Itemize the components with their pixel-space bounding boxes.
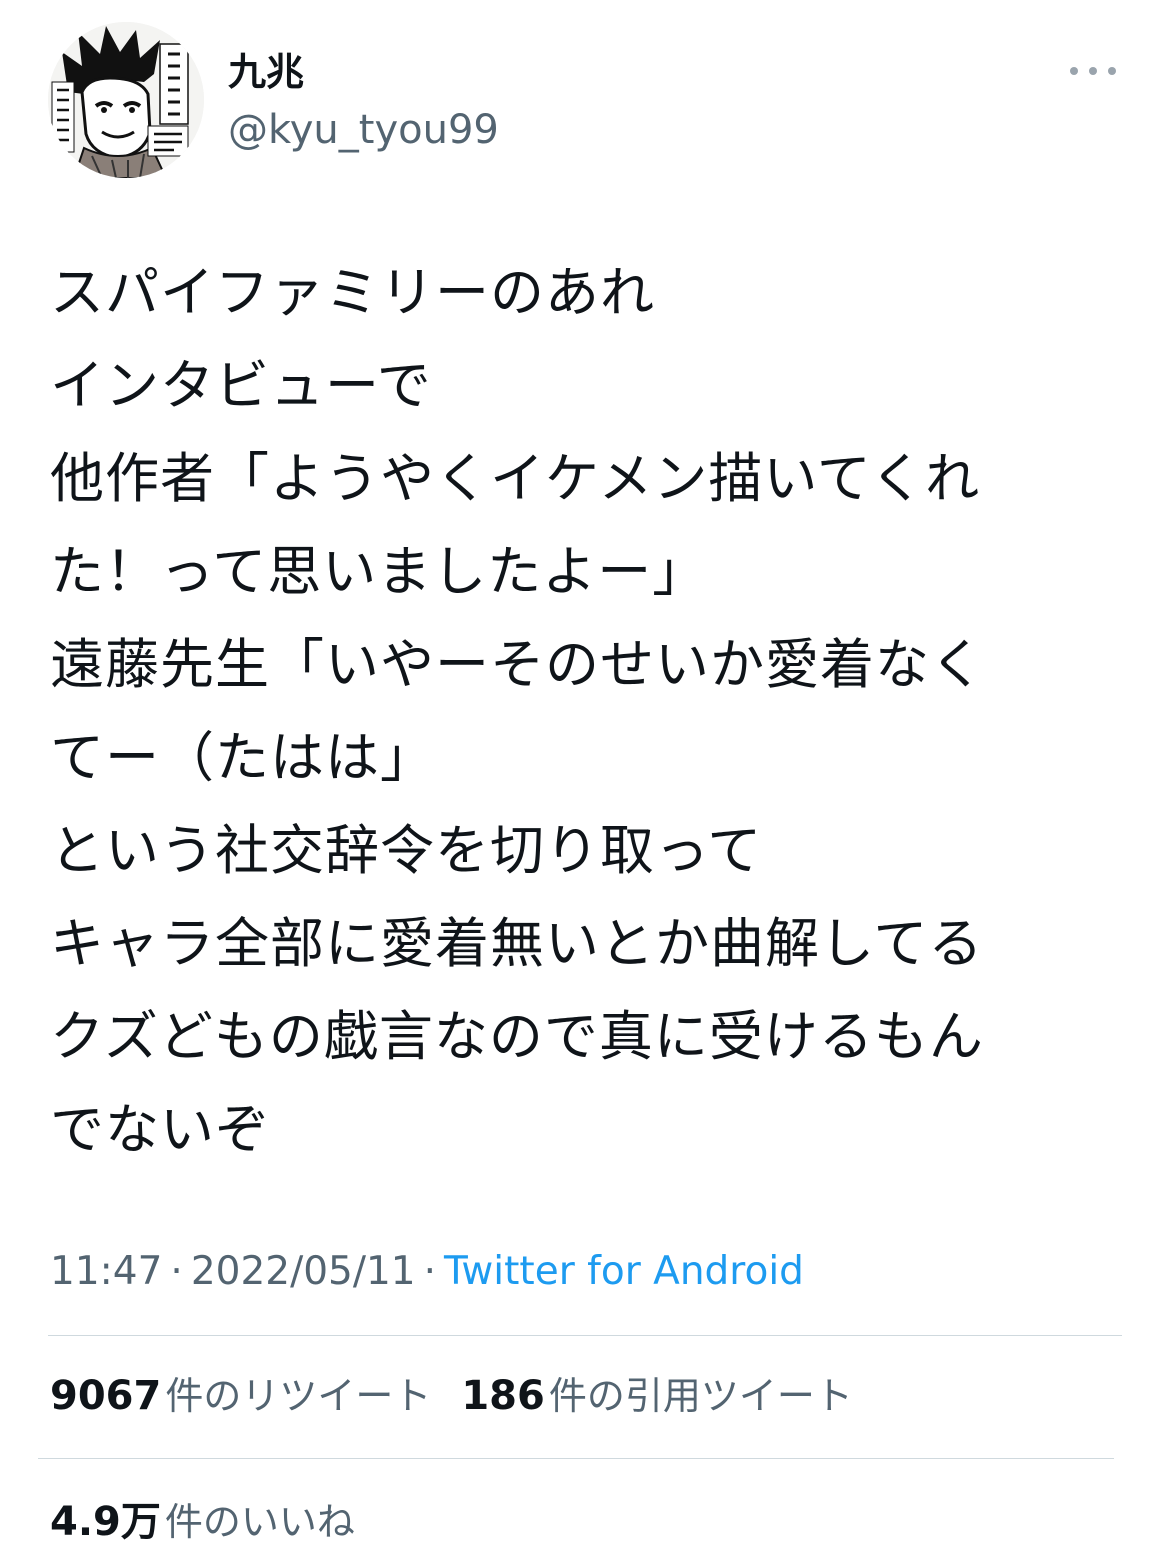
tweet-header: 九兆 @kyu_tyou99 — [48, 22, 1122, 182]
like-count: 4.9万 — [50, 1499, 161, 1545]
like-label: 件のいいね — [164, 1500, 355, 1544]
author-info: 九兆 @kyu_tyou99 — [228, 48, 499, 156]
retweet-count: 9067 — [50, 1373, 162, 1419]
quote-count: 186 — [461, 1373, 545, 1419]
engagement-stats: 9067 件のリツイート 186 件の引用ツイート — [50, 1368, 853, 1424]
tweet-text-line: という社交辞令を切り取って — [50, 819, 763, 882]
meta-separator: · — [170, 1249, 183, 1294]
avatar[interactable] — [48, 22, 204, 178]
likes-stat[interactable]: 4.9万 件のいいね — [50, 1494, 355, 1550]
tweet-metadata: 11:47 · 2022/05/11 · Twitter for Android — [50, 1246, 804, 1298]
meta-separator: · — [423, 1249, 437, 1294]
tweet-body: スパイファミリーのあれ インタビューで 他作者「ようやくイケメン描いてくれ た！… — [50, 246, 1130, 1176]
more-dots-icon — [1108, 67, 1116, 75]
manga-portrait-avatar-icon — [48, 22, 204, 178]
tweet-text-line: スパイファミリーのあれ — [50, 261, 655, 324]
quote-tweets-stat[interactable]: 186 件の引用ツイート — [461, 1368, 853, 1424]
tweet-time[interactable]: 11:47 — [50, 1249, 162, 1294]
more-options-button[interactable] — [1070, 58, 1116, 84]
tweet-text-line: 遠藤先生「いやーそのせいか愛着なく — [50, 633, 985, 696]
tweet-detail: 九兆 @kyu_tyou99 スパイファミリーのあれ インタビューで 他作者「よ… — [0, 0, 1170, 1568]
more-dots-icon — [1070, 67, 1078, 75]
more-dots-icon — [1089, 67, 1097, 75]
retweets-stat[interactable]: 9067 件のリツイート — [50, 1368, 431, 1424]
tweet-text-line: でないぞ — [50, 1098, 270, 1161]
tweet-text-line: 他作者「ようやくイケメン描いてくれ — [50, 447, 981, 510]
user-handle[interactable]: @kyu_tyou99 — [228, 104, 499, 156]
tweet-source-link[interactable]: Twitter for Android — [444, 1249, 804, 1294]
tweet-text-line: クズどもの戯言なので真に受けるもん — [50, 1005, 984, 1068]
quote-label: 件の引用ツイート — [548, 1374, 853, 1418]
tweet-text-line: インタビューで — [50, 354, 432, 417]
likes-stats: 4.9万 件のいいね — [50, 1494, 355, 1550]
tweet-text-line: た！って思いましたよー」 — [50, 540, 708, 603]
tweet-text-line: てー（たはは」 — [50, 726, 435, 789]
divider — [38, 1458, 1114, 1459]
retweet-label: 件のリツイート — [165, 1374, 432, 1418]
display-name[interactable]: 九兆 — [228, 48, 499, 96]
tweet-text-line: キャラ全部に愛着無いとか曲解してる — [50, 912, 984, 975]
tweet-date[interactable]: 2022/05/11 — [191, 1249, 416, 1294]
divider — [48, 1335, 1122, 1336]
